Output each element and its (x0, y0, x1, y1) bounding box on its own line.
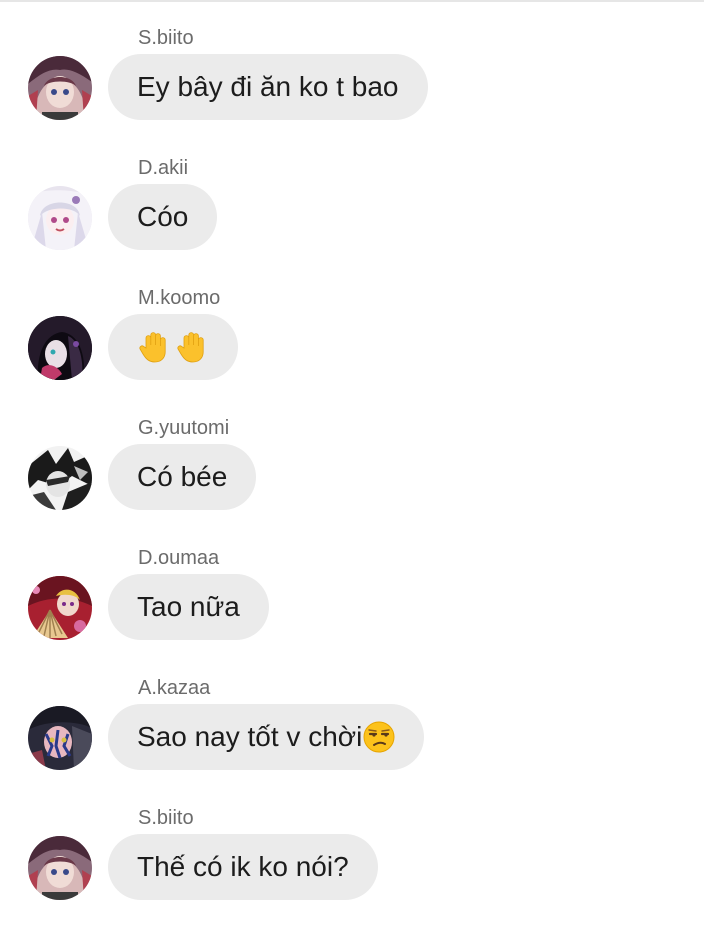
top-divider (0, 0, 704, 2)
avatar-white-hair-girl[interactable] (28, 186, 92, 250)
chat-message: M.koomo (0, 286, 704, 406)
raised-hand-emoji (177, 332, 204, 363)
unamused-face-emoji (363, 721, 395, 753)
avatar-monochrome-boy[interactable] (28, 446, 92, 510)
message-bubble[interactable]: Có bée (108, 444, 257, 510)
message-bubble[interactable]: Sao nay tốt v chời (108, 704, 425, 770)
sender-name[interactable]: D.oumaa (138, 546, 219, 570)
sender-name[interactable]: M.koomo (138, 286, 220, 310)
avatar-tattooed-character[interactable] (28, 706, 92, 770)
message-text: Sao nay tốt v chời (137, 721, 363, 752)
sender-name[interactable]: A.kazaa (138, 676, 210, 700)
avatar-fan-character[interactable] (28, 576, 92, 640)
chat-message: D.akii Cóo (0, 156, 704, 276)
message-text: Có bée (137, 461, 228, 492)
message-bubble[interactable]: Cóo (108, 184, 218, 250)
chat-message: S.biito Thế có ik ko nói? (0, 806, 704, 926)
message-bubble[interactable] (108, 314, 238, 380)
message-bubble[interactable]: Thế có ik ko nói? (108, 834, 378, 900)
sender-name[interactable]: S.biito (138, 26, 194, 50)
sender-name[interactable]: S.biito (138, 806, 194, 830)
message-text: Thế có ik ko nói? (137, 851, 349, 882)
sender-name[interactable]: D.akii (138, 156, 188, 180)
chat-message: A.kazaa Sao nay tốt v chời (0, 676, 704, 796)
message-text: Tao nữa (137, 591, 240, 622)
message-text: Cóo (137, 201, 189, 232)
chat-message: S.biito Ey bây đi ăn ko t bao (0, 26, 704, 146)
message-bubble[interactable]: Tao nữa (108, 574, 269, 640)
avatar-dark-hair-girl[interactable] (28, 316, 92, 380)
sender-name[interactable]: G.yuutomi (138, 416, 229, 440)
chat-message: D.oumaa Tao nữa (0, 546, 704, 666)
avatar-pink-hair-girl[interactable] (28, 836, 92, 900)
message-bubble[interactable]: Ey bây đi ăn ko t bao (108, 54, 428, 120)
chat-message: G.yuutomi Có bée (0, 416, 704, 536)
raised-hand-emoji (139, 332, 166, 363)
avatar-pink-hair-girl[interactable] (28, 56, 92, 120)
message-text: Ey bây đi ăn ko t bao (137, 71, 399, 102)
